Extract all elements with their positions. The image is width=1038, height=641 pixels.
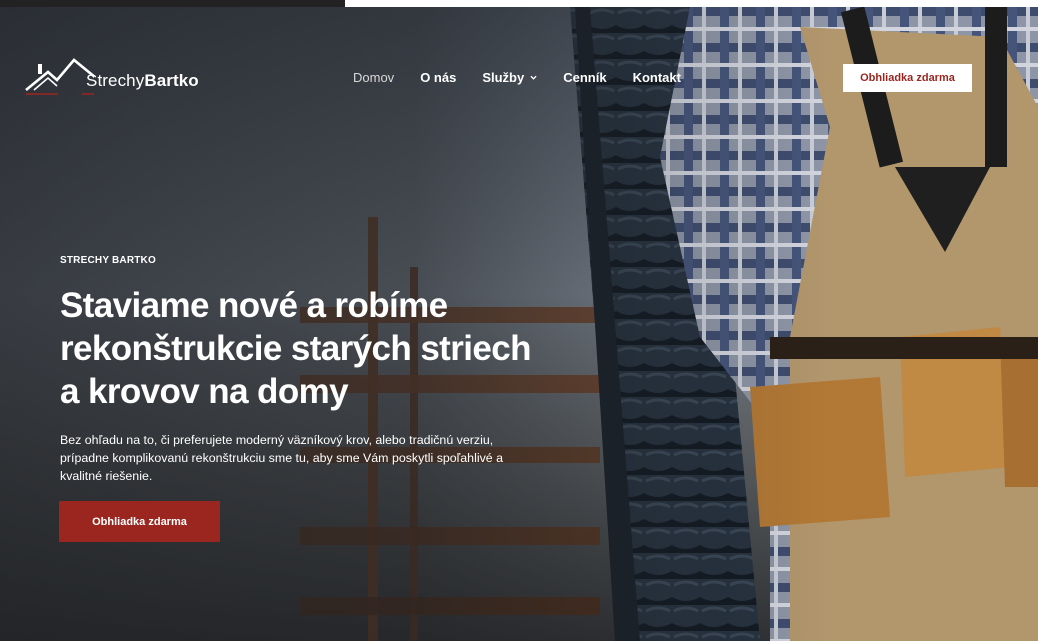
- site-logo[interactable]: StrechyBartko: [24, 50, 214, 98]
- nav-item-domov[interactable]: Domov: [353, 70, 394, 85]
- brand-name-light: Strechy: [86, 71, 145, 90]
- nav-item-label: O nás: [420, 70, 457, 85]
- nav-item-o-nas[interactable]: O nás: [420, 70, 456, 85]
- nav-item-kontakt[interactable]: Kontakt: [633, 70, 681, 85]
- nav-item-label: Služby: [482, 70, 525, 85]
- hero-lead-text: Bez ohľadu na to, či preferujete moderný…: [60, 433, 504, 483]
- hero-kicker: STRECHY BARTKO: [60, 255, 156, 266]
- top-strip-dark-segment: [0, 0, 345, 7]
- main-navigation: Domov O nás Služby Cenník Kontakt: [353, 70, 707, 85]
- hero-free-inspection-button[interactable]: Obhliadka zdarma: [59, 501, 220, 542]
- brand-name: StrechyBartko: [86, 71, 199, 91]
- header-free-inspection-button[interactable]: Obhliadka zdarma: [843, 64, 972, 92]
- hero-headline: Staviame nové a robíme rekonštrukcie sta…: [60, 286, 532, 411]
- nav-item-cennik[interactable]: Cenník: [563, 70, 606, 85]
- brand-name-bold: Bartko: [144, 71, 199, 90]
- nav-item-label: Domov: [353, 70, 395, 85]
- browser-top-strip: [0, 0, 1038, 7]
- roof-logo-icon: [25, 58, 94, 95]
- nav-item-label: Kontakt: [632, 70, 681, 85]
- nav-item-sluzby[interactable]: Služby: [482, 70, 537, 85]
- nav-item-label: Cenník: [563, 70, 607, 85]
- chevron-down-icon: [530, 75, 537, 80]
